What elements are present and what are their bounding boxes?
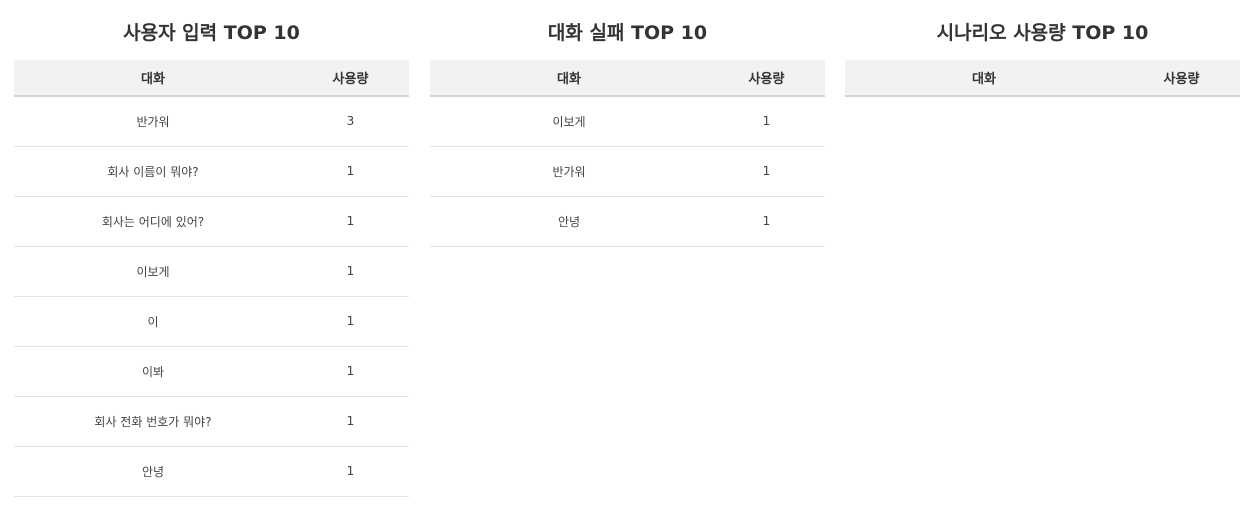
table-row[interactable]: 반가워 1 [430, 146, 825, 197]
cell-usage: 1 [292, 346, 409, 397]
cell-usage: 1 [292, 296, 409, 347]
panel-scenario-usage-top10: 시나리오 사용량 TOP 10 대화 사용량 [845, 0, 1240, 97]
cell-conversation: 이보게 [14, 246, 292, 297]
cell-usage: 1 [292, 196, 409, 247]
cell-conversation: 안녕 [430, 196, 708, 247]
table-header-row: 대화 사용량 [430, 60, 825, 97]
table-row[interactable]: 회사 전화 번호가 뭐야? 1 [14, 396, 409, 447]
table-row[interactable]: 이 1 [14, 296, 409, 347]
table-row[interactable]: 안녕 1 [14, 446, 409, 497]
cell-conversation: 반가워 [430, 146, 708, 197]
table-row[interactable]: 안녕 1 [430, 196, 825, 247]
cell-conversation: 이보게 [430, 96, 708, 147]
panel-user-input-top10: 사용자 입력 TOP 10 대화 사용량 반가워 3 회사 이름이 뭐야? 1 [14, 0, 409, 497]
cell-usage: 3 [292, 96, 409, 147]
panel-conversation-failure-top10: 대화 실패 TOP 10 대화 사용량 이보게 1 반가워 1 안녕 1 [430, 0, 825, 247]
panel-title: 대화 실패 TOP 10 [547, 22, 708, 44]
cell-usage: 1 [292, 446, 409, 497]
column-header-usage[interactable]: 사용량 [708, 60, 825, 97]
table-header-row: 대화 사용량 [845, 60, 1240, 97]
column-header-conversation[interactable]: 대화 [14, 60, 292, 97]
column-header-usage[interactable]: 사용량 [1123, 60, 1240, 97]
cell-usage: 1 [708, 196, 825, 247]
column-header-conversation[interactable]: 대화 [845, 60, 1123, 97]
column-header-conversation[interactable]: 대화 [430, 60, 708, 97]
panel-title: 사용자 입력 TOP 10 [123, 22, 300, 44]
cell-conversation: 안녕 [14, 446, 292, 497]
conversation-failure-table: 대화 사용량 이보게 1 반가워 1 안녕 1 [430, 60, 825, 247]
table-header-row: 대화 사용량 [14, 60, 409, 97]
cell-conversation: 회사는 어디에 있어? [14, 196, 292, 247]
cell-conversation: 이봐 [14, 346, 292, 397]
cell-usage: 1 [292, 246, 409, 297]
panel-title: 시나리오 사용량 TOP 10 [936, 22, 1149, 44]
dashboard-page: 사용자 입력 TOP 10 대화 사용량 반가워 3 회사 이름이 뭐야? 1 [0, 0, 1254, 527]
cell-conversation: 반가워 [14, 96, 292, 147]
table-row[interactable]: 반가워 3 [14, 96, 409, 147]
column-header-usage[interactable]: 사용량 [292, 60, 409, 97]
cell-usage: 1 [708, 146, 825, 197]
cell-usage: 1 [708, 96, 825, 147]
table-row[interactable]: 회사는 어디에 있어? 1 [14, 196, 409, 247]
cell-usage: 1 [292, 146, 409, 197]
cell-conversation: 이 [14, 296, 292, 347]
cell-conversation: 회사 전화 번호가 뭐야? [14, 396, 292, 447]
table-row[interactable]: 이보게 1 [14, 246, 409, 297]
user-input-table: 대화 사용량 반가워 3 회사 이름이 뭐야? 1 회사는 어디에 있어? 1 [14, 60, 409, 497]
table-row[interactable]: 이보게 1 [430, 96, 825, 147]
cell-usage: 1 [292, 396, 409, 447]
table-row[interactable]: 이봐 1 [14, 346, 409, 397]
scenario-usage-table: 대화 사용량 [845, 60, 1240, 97]
cell-conversation: 회사 이름이 뭐야? [14, 146, 292, 197]
table-row[interactable]: 회사 이름이 뭐야? 1 [14, 146, 409, 197]
